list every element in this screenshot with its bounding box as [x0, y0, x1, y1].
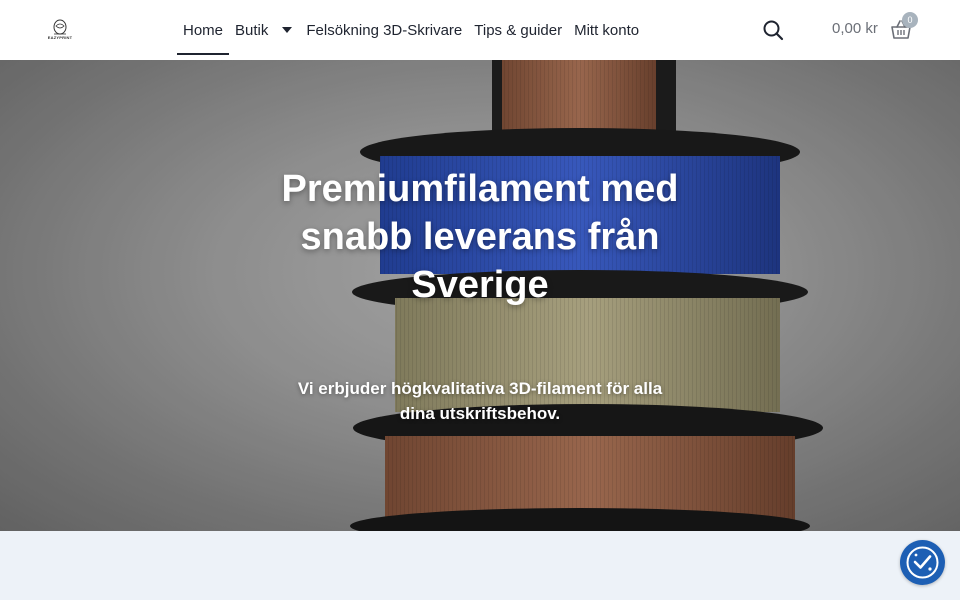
site-header: EAZYPRINT Home Butik Felsökning 3D-Skriv…	[0, 0, 960, 60]
site-logo[interactable]: EAZYPRINT	[44, 17, 76, 43]
nav-item-home[interactable]: Home	[177, 0, 230, 60]
search-icon[interactable]	[762, 19, 784, 41]
nav-item-butik[interactable]: Butik	[229, 0, 300, 60]
main-navigation: Home Butik Felsökning 3D-Skrivare Tips &…	[177, 0, 645, 60]
cookie-consent-button[interactable]	[900, 540, 945, 585]
cart-total[interactable]: 0,00 kr	[832, 20, 878, 37]
chevron-down-icon[interactable]	[282, 27, 293, 33]
content-section	[0, 531, 960, 600]
nav-item-troubleshooting-label: Felsökning 3D-Skrivare	[306, 21, 463, 39]
logo-wordmark: EAZYPRINT	[47, 35, 73, 40]
nav-item-tips-label: Tips & guider	[474, 21, 563, 39]
cookie-consent-icon	[906, 546, 939, 579]
nav-item-troubleshooting[interactable]: Felsökning 3D-Skrivare	[300, 0, 468, 60]
nav-item-home-label: Home	[183, 21, 224, 39]
nav-item-tips[interactable]: Tips & guider	[468, 0, 568, 60]
hero-banner: Premiumfilament med snabb leverans från …	[0, 60, 960, 531]
hero-subtitle: Vi erbjuder högkvalitativa 3D-filament f…	[297, 379, 663, 423]
nav-item-butik-label: Butik	[235, 21, 269, 39]
hero-title: Premiumfilament med snabb leverans från …	[281, 168, 679, 306]
nav-item-account[interactable]: Mitt konto	[568, 0, 645, 60]
nav-item-account-label: Mitt konto	[574, 21, 640, 39]
cart-count-badge: 0	[902, 12, 918, 28]
